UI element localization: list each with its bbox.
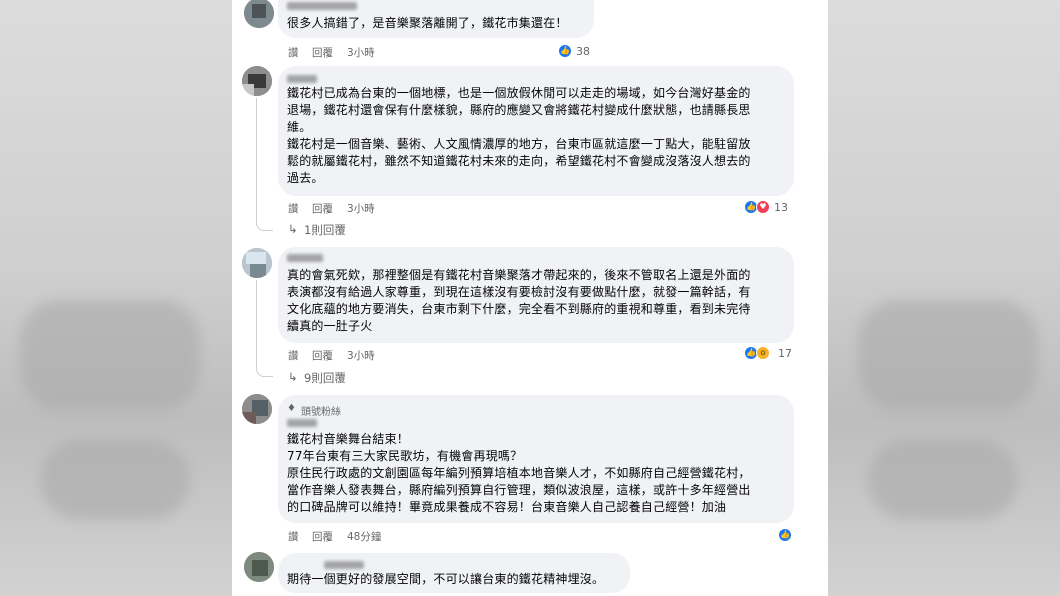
reaction-summary[interactable]: 👍 [778,528,794,544]
avatar[interactable] [244,0,274,28]
comment-actions: 讚 回覆 3小時 [288,348,488,362]
author-name-blurred[interactable] [287,254,323,262]
reply-link[interactable]: 回覆 [312,45,333,60]
reaction-summary[interactable]: 👍 ♥ 13 [744,200,794,216]
view-replies-button[interactable]: ↳ 9則回覆 [288,370,408,386]
blurred-shape [858,300,1038,410]
comment-text: 鐵花村已成為台東的一個地標，也是一個放假休閒可以走走的場域，如今台灣好基金的 退… [287,86,751,185]
timestamp[interactable]: 48分鐘 [347,529,381,544]
comment-bubble: 期待一個更好的發展空間，不可以讓台東的鐵花精神埋沒。 [278,553,630,593]
heart-icon: ♥ [756,200,770,214]
comment-bubble: 鐵花村已成為台東的一個地標，也是一個放假休閒可以走走的場域，如今台灣好基金的 退… [278,66,794,196]
avatar[interactable] [242,66,272,96]
thread-line [256,280,273,377]
diamond-badge-icon: ♦ [287,403,296,414]
reply-link[interactable]: 回覆 [312,348,333,363]
thumbs-up-icon: 👍 [778,528,792,542]
reaction-count: 13 [774,201,788,214]
reaction-summary[interactable]: 👍 o 17 [744,346,794,362]
comment-bubble: 真的會氣死欸，那裡整個是有鐵花村音樂聚落才帶起來的，後來不管取名上還是外面的 表… [278,247,794,343]
author-name-blurred[interactable] [287,2,357,10]
blurred-shape [40,440,190,520]
like-link[interactable]: 讚 [288,529,299,544]
like-link[interactable]: 讚 [288,348,299,363]
comment-text: 鐵花村音樂舞台結束！ 77年台東有三大家民歌坊，有機會再現嗎？ 原住民行政處的文… [287,432,751,514]
replies-label: 9則回覆 [304,371,346,385]
blurred-shape [20,300,200,410]
avatar[interactable] [244,552,274,582]
thumbs-up-icon: 👍 [558,44,572,58]
comment-text: 很多人搞錯了，是音樂聚落離開了，鐵花市集還在！ [287,16,568,30]
reaction-count: 17 [778,347,792,360]
timestamp[interactable]: 3小時 [347,348,375,363]
comment-bubble: 很多人搞錯了，是音樂聚落離開了，鐵花市集還在！ [278,0,594,38]
reply-link[interactable]: 回覆 [312,529,333,544]
comment-section: 很多人搞錯了，是音樂聚落離開了，鐵花市集還在！ 讚 回覆 3小時 👍 38 鐵花… [232,0,828,596]
wow-face-icon: o [756,346,770,360]
avatar[interactable] [242,248,272,278]
author-name-blurred[interactable] [324,561,364,569]
reply-arrow-icon: ↳ [288,222,298,236]
blurred-background-left [0,0,232,596]
comment-bubble: ♦ 頭號粉絲 鐵花村音樂舞台結束！ 77年台東有三大家民歌坊，有機會再現嗎？ 原… [278,395,794,523]
replies-label: 1則回覆 [304,223,346,237]
reply-arrow-icon: ↳ [288,370,298,384]
author-name-blurred[interactable] [287,75,317,83]
timestamp[interactable]: 3小時 [347,201,375,216]
comment-text: 真的會氣死欸，那裡整個是有鐵花村音樂聚落才帶起來的，後來不管取名上還是外面的 表… [287,268,751,333]
thread-line [256,98,273,231]
timestamp[interactable]: 3小時 [347,45,375,60]
reaction-count: 38 [576,45,590,58]
badge-label: 頭號粉絲 [301,407,341,418]
avatar[interactable] [242,394,272,424]
top-fan-badge: ♦ 頭號粉絲 [287,403,407,418]
blurred-shape [868,440,1018,520]
author-name-blurred[interactable] [287,419,317,427]
view-replies-button[interactable]: ↳ 1則回覆 [288,222,408,238]
reply-link[interactable]: 回覆 [312,201,333,216]
comment-text: 期待一個更好的發展空間，不可以讓台東的鐵花精神埋沒。 [287,572,605,586]
comment-actions: 讚 回覆 3小時 [288,201,488,215]
blurred-background-right [828,0,1060,596]
comment-actions: 讚 回覆 48分鐘 [288,529,488,543]
reaction-summary[interactable]: 👍 38 [558,44,598,60]
like-link[interactable]: 讚 [288,45,299,60]
like-link[interactable]: 讚 [288,201,299,216]
comment-actions: 讚 回覆 3小時 [288,45,488,59]
